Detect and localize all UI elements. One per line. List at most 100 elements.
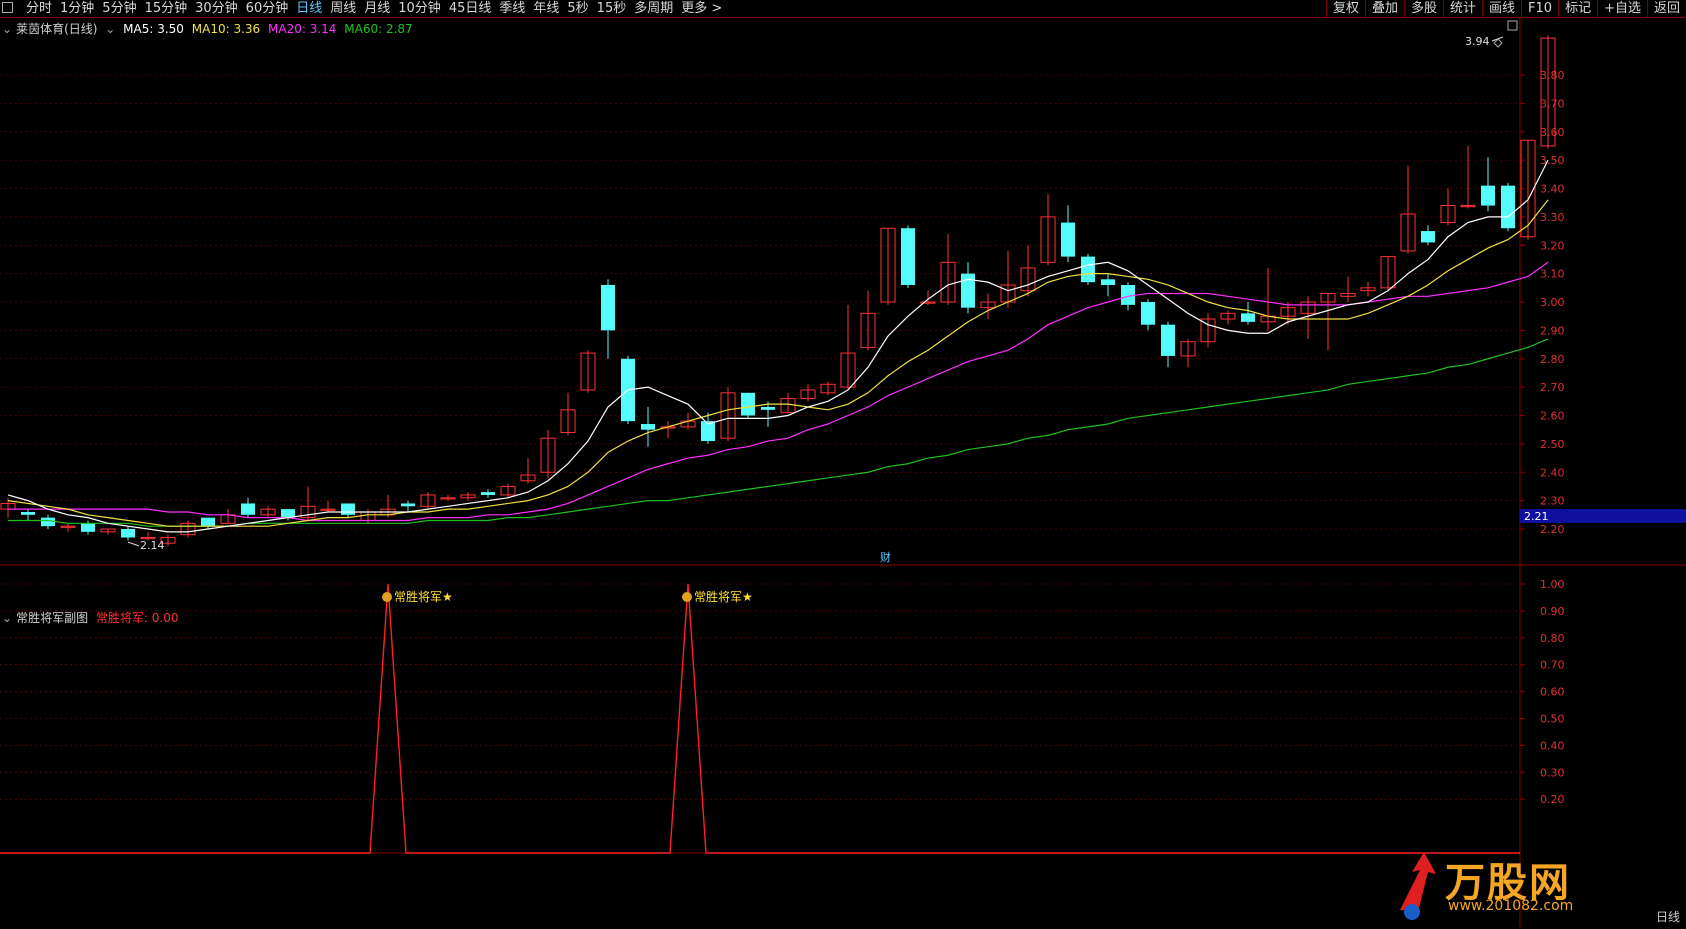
period-tab-7[interactable]: 周线 [326,0,360,17]
candle-body [41,517,55,527]
candle [1200,313,1216,348]
candle [1260,267,1276,331]
menu-icon[interactable] [2,2,13,13]
period-tab-8[interactable]: 月线 [360,0,394,17]
low-price-pointer [127,541,140,547]
candle-body [741,392,755,416]
period-tab-12[interactable]: 年线 [529,0,563,17]
candle [800,384,816,402]
candle [220,509,236,524]
candle [180,520,196,538]
period-tab-5[interactable]: 60分钟 [242,0,293,17]
ma5-line [7,159,1549,533]
chevron-down-icon[interactable]: ⌄ [2,22,12,36]
period-tab-3[interactable]: 15分钟 [141,0,192,17]
tool-button-1[interactable]: 叠加 [1364,0,1404,17]
period-tab-16[interactable]: 更多 > [677,0,726,17]
candle [860,290,876,351]
candle-body [1161,324,1175,356]
period-tab-2[interactable]: 5分钟 [98,0,140,17]
period-tab-13[interactable]: 5秒 [563,0,592,17]
tool-button-2[interactable]: 多股 [1403,0,1443,17]
window-icon [1507,20,1518,31]
indicator-tick-label: 0.60 [1540,686,1565,699]
price-tick-label: 3.60 [1540,126,1565,139]
candle [880,227,896,305]
period-tab-9[interactable]: 10分钟 [394,0,445,17]
price-tick-label: 3.80 [1540,69,1565,82]
candle [1440,188,1456,226]
candle [1241,302,1255,325]
tool-button-7[interactable]: +自选 [1597,0,1647,17]
price-tick-label: 2.90 [1540,324,1565,337]
price-tick-label: 2.60 [1540,410,1565,423]
candle-body [21,511,35,515]
tool-button-3[interactable]: 统计 [1443,0,1482,17]
period-tab-15[interactable]: 多周期 [630,0,677,17]
candle [540,429,556,478]
candle [121,526,135,541]
tool-button-0[interactable]: 复权 [1325,0,1365,17]
indicator-title: 常胜将军副图 [16,611,89,625]
tool-button-6[interactable]: 标记 [1558,0,1597,17]
stock-title: 莱茵体育(日线) [16,22,98,36]
price-tick-label: 3.70 [1540,97,1565,110]
price-tick-label: 3.40 [1540,183,1565,196]
high-price-label: 3.94 [1465,35,1490,48]
period-tab-4[interactable]: 30分钟 [191,0,242,17]
candle [1081,253,1095,285]
period-tab-1[interactable]: 1分钟 [56,0,98,17]
candle-body [1121,284,1135,305]
candle [1460,145,1476,209]
price-tick-label: 3.00 [1540,296,1565,309]
candle [1320,292,1336,351]
price-tick-label: 3.30 [1540,211,1565,224]
candle [840,304,856,390]
finance-marker: 财 [880,550,891,564]
candle [1040,194,1056,266]
tool-button-4[interactable]: 画线 [1482,0,1521,17]
indicator-value: 常胜将军: 0.00 [95,611,179,625]
candle [360,509,376,524]
candle-body [481,492,495,495]
ma10-line [7,199,1549,527]
candle [560,392,576,436]
chevron-down-icon[interactable]: ⌄ [2,611,12,625]
candle [41,514,55,529]
candle [201,517,215,529]
period-tab-11[interactable]: 季线 [495,0,529,17]
candle [1220,310,1236,325]
kline-chart[interactable]: 3.80 3.70 3.60 3.50 3.40 3.30 3.20 3.10 3.00 2.90… [0,18,1686,927]
indicator-tick-label: 0.20 [1540,793,1565,806]
candle [241,497,255,518]
candle [260,506,276,518]
candle [341,503,355,518]
tool-button-5[interactable]: F10 [1521,0,1558,17]
candle-body [201,517,215,527]
low-price-label: 2.14 [140,539,165,552]
indicator-tick-label: 0.40 [1540,739,1565,752]
settings-icon[interactable]: ⌄ [105,22,115,36]
candle [641,406,655,447]
period-tab-14[interactable]: 15秒 [593,0,631,17]
candle [1360,282,1376,297]
tool-button-8[interactable]: 返回 [1646,0,1686,17]
candle [940,233,956,305]
period-tab-6[interactable]: 日线 [292,0,326,17]
price-tick-label: 2.50 [1540,438,1565,451]
candle-body [1141,302,1155,325]
candle [1380,256,1396,291]
candle [780,392,796,414]
candle [481,489,495,498]
candle [1020,245,1036,297]
candle [520,458,536,484]
candle-body [401,503,415,507]
candle [901,225,915,288]
period-tab-10[interactable]: 45日线 [445,0,496,17]
candle [1161,321,1175,368]
ma20-value: MA20: 3.14 [268,22,337,36]
candle-body [1501,185,1515,229]
candle-body [1481,185,1495,206]
period-tab-0[interactable]: 分时 [22,0,56,17]
candle-body [1241,313,1255,322]
